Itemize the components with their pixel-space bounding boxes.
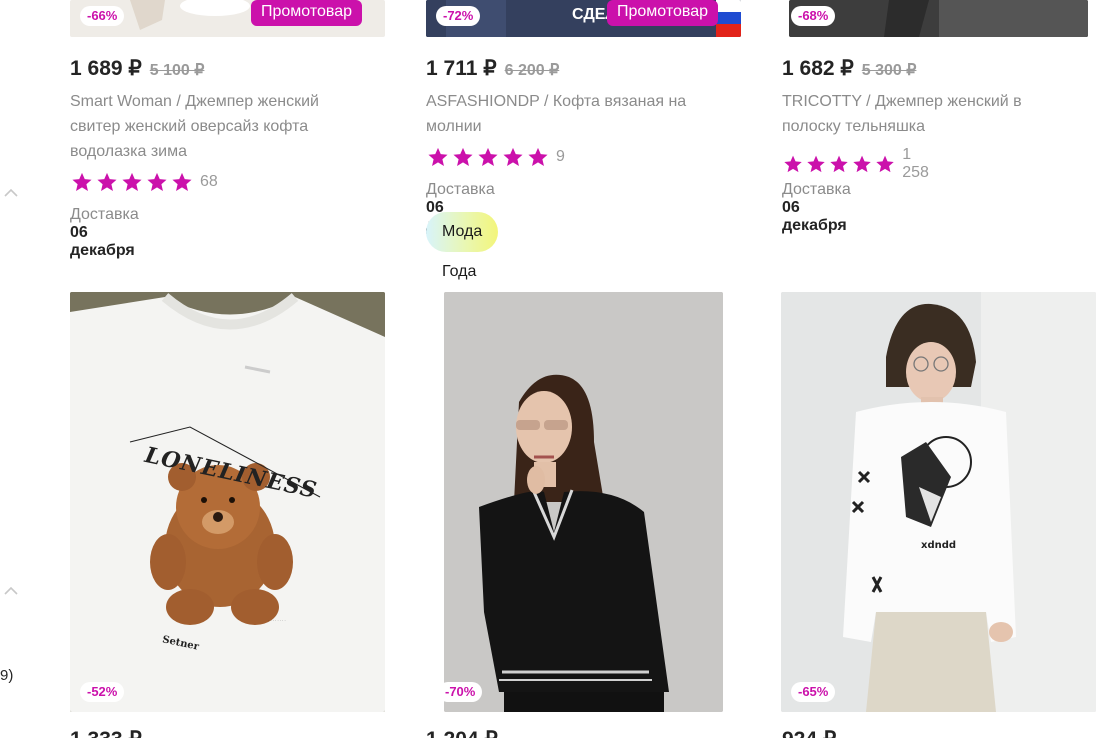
old-price: 5 100 ₽ — [149, 62, 205, 79]
current-price: 1 689 ₽ — [70, 57, 142, 80]
discount-badge: -52% — [80, 682, 125, 702]
print-text: xdndd — [921, 540, 957, 551]
star-icon — [122, 172, 142, 191]
current-price: 924 ₽ — [782, 727, 836, 738]
star-icon — [453, 147, 473, 166]
price-row: 1 689 ₽ 5 100 ₽ — [70, 56, 204, 81]
product-title[interactable]: Smart Woman / Джемпер женский свитер жен… — [70, 89, 370, 164]
star-icon — [428, 147, 448, 166]
delivery-label: Доставка — [70, 206, 139, 223]
star-icon — [72, 172, 92, 191]
discount-badge: -66% — [80, 6, 125, 26]
chevron-up-icon[interactable] — [4, 586, 18, 596]
delivery-label: Доставка — [426, 181, 495, 198]
product-image[interactable]: xdndd — [781, 292, 1096, 712]
current-price: 1 682 ₽ — [782, 57, 854, 80]
delivery-info: Доставка 06 декабря — [70, 206, 139, 260]
star-icon — [97, 172, 117, 191]
product-title[interactable]: ASFASHIONDP / Кофта вязаная на молнии — [426, 89, 726, 139]
review-count: 9 — [556, 148, 565, 165]
product-brand: ASFASHIONDP — [426, 93, 540, 110]
product-brand: TRICOTTY — [782, 93, 862, 110]
old-price: 6 200 ₽ — [504, 62, 560, 79]
delivery-date: 06 декабря — [70, 224, 135, 259]
discount-badge: -68% — [791, 6, 836, 26]
promo-badge: Промотовар — [251, 0, 363, 26]
star-icon — [147, 172, 167, 191]
price-row: 1 682 ₽ 5 300 ₽ — [782, 56, 916, 81]
current-price: 1 333 ₽ — [70, 727, 142, 738]
star-icon — [172, 172, 192, 191]
price-row: 1 711 ₽ 6 200 ₽ — [426, 56, 559, 81]
old-price: 5 300 ₽ — [861, 62, 917, 79]
current-price: 1 711 ₽ — [426, 57, 497, 80]
star-icon — [830, 155, 848, 173]
discount-badge: -72% — [436, 6, 481, 26]
rating: 68 — [71, 171, 218, 193]
chevron-up-icon[interactable] — [4, 188, 18, 198]
promo-badge: Промотовар — [607, 0, 719, 26]
review-count: 68 — [200, 173, 218, 190]
delivery-label: Доставка — [782, 181, 851, 198]
moda-goda-badge[interactable]: Мода Года — [426, 212, 499, 280]
star-icon — [503, 147, 523, 166]
product-title[interactable]: TRICOTTY / Джемпер женский в полоску тел… — [782, 89, 1082, 139]
discount-badge: -70% — [438, 682, 483, 702]
product-image[interactable] — [444, 292, 723, 712]
svg-text:· · · · · · · ·: · · · · · · · · — [268, 618, 286, 623]
delivery-info: Доставка 06 декабря — [782, 181, 851, 235]
product-brand: Smart Woman — [70, 93, 172, 110]
current-price: 1 204 ₽ — [426, 727, 498, 738]
discount-badge: -65% — [791, 682, 836, 702]
star-icon — [807, 155, 825, 173]
filter-count: 9) — [0, 667, 14, 684]
star-icon — [876, 155, 894, 173]
star-icon — [478, 147, 498, 166]
star-icon — [784, 155, 802, 173]
rating: 9 — [427, 146, 565, 168]
review-count: 1 258 — [902, 146, 929, 181]
star-icon — [528, 147, 548, 166]
rating: 1 258 — [783, 146, 939, 182]
star-icon — [853, 155, 871, 173]
product-image[interactable]: · · · · · · · · LONELINESS Setner — [70, 292, 385, 712]
delivery-date: 06 декабря — [782, 199, 847, 234]
